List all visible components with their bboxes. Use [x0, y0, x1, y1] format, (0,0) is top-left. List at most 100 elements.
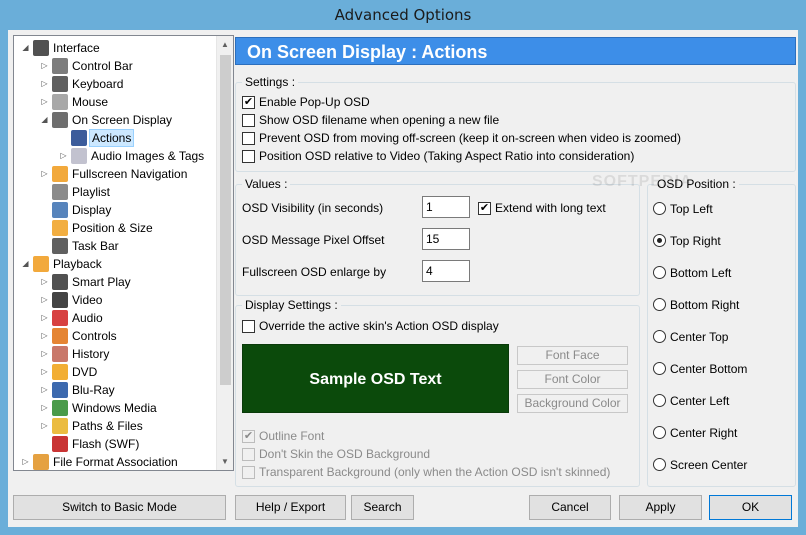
scroll-up-arrow-icon[interactable]: ▲ [217, 36, 233, 53]
checkbox-box[interactable] [242, 320, 255, 333]
radio-dot[interactable] [653, 426, 666, 439]
tree-item-audio[interactable]: ▷ Audio [14, 309, 214, 327]
tree-item-label: Interface [53, 41, 100, 55]
expand-arrow-icon[interactable]: ▷ [40, 165, 49, 183]
expand-arrow-icon[interactable]: ▷ [40, 291, 49, 309]
tree-item-flash-swf[interactable]: Flash (SWF) [14, 435, 214, 453]
radio-dot[interactable] [653, 234, 666, 247]
expand-arrow-icon[interactable]: ▷ [40, 309, 49, 327]
tree-item-label: Audio Images & Tags [91, 149, 205, 163]
radio-dot[interactable] [653, 266, 666, 279]
expand-arrow-icon[interactable]: ▷ [40, 417, 49, 435]
tree-item-controls[interactable]: ▷ Controls [14, 327, 214, 345]
background-color-button[interactable]: Background Color [517, 394, 628, 413]
settings-group-title: Settings : [242, 75, 299, 89]
expand-arrow-icon[interactable]: ▷ [40, 93, 49, 111]
checkbox-box[interactable] [242, 466, 255, 479]
expand-arrow-icon[interactable]: ▷ [40, 399, 49, 417]
tree-item-label: On Screen Display [72, 113, 173, 127]
tree-item-audio-images-tags[interactable]: ▷ Audio Images & Tags [14, 147, 214, 165]
radio-dot[interactable] [653, 362, 666, 375]
expand-arrow-icon[interactable]: ▷ [40, 75, 49, 93]
collapse-arrow-icon[interactable]: ◢ [21, 255, 30, 273]
play-icon [33, 256, 49, 272]
tree-item-label: Flash (SWF) [72, 437, 140, 451]
tree-item-video[interactable]: ▷ Video [14, 291, 214, 309]
tree-item-display[interactable]: Display [14, 201, 214, 219]
radio-label: Center Top [670, 330, 729, 344]
radio-dot[interactable] [653, 458, 666, 471]
tree-vertical-scrollbar[interactable]: ▲ ▼ [216, 36, 233, 470]
tree-item-file-format-association[interactable]: ▷ File Format Association [14, 453, 214, 470]
collapse-arrow-icon[interactable]: ◢ [40, 111, 49, 129]
checkbox-box[interactable]: ✔ [478, 202, 491, 215]
expand-arrow-icon[interactable]: ▷ [40, 273, 49, 291]
tree-item-control-bar[interactable]: ▷ Control Bar [14, 57, 214, 75]
checkbox-box[interactable]: ✔ [242, 96, 255, 109]
expand-arrow-icon[interactable]: ▷ [40, 363, 49, 381]
radio-dot[interactable] [653, 330, 666, 343]
expand-arrow-icon[interactable]: ▷ [40, 57, 49, 75]
tree-item-actions[interactable]: Actions [14, 129, 214, 147]
fullscreen-enlarge-input[interactable] [422, 260, 470, 282]
scroll-down-arrow-icon[interactable]: ▼ [217, 453, 233, 470]
apply-button[interactable]: Apply [619, 495, 702, 520]
expand-arrow-icon[interactable]: ▷ [21, 453, 30, 470]
tree-item-paths-files[interactable]: ▷ Paths & Files [14, 417, 214, 435]
search-button[interactable]: Search [351, 495, 414, 520]
tree-item-mouse[interactable]: ▷ Mouse [14, 93, 214, 111]
tree-item-smart-play[interactable]: ▷ Smart Play [14, 273, 214, 291]
tree-item-task-bar[interactable]: Task Bar [14, 237, 214, 255]
options-tree[interactable]: ▲ ▼ ◢ Interface ▷ Control Bar ▷ Keyboard ▷ Mous… [13, 35, 234, 471]
font-color-button[interactable]: Font Color [517, 370, 628, 389]
radio-label: Bottom Left [670, 266, 732, 280]
dvd-icon [52, 364, 68, 380]
tree-item-label: File Format Association [53, 455, 178, 469]
tree-item-label: Video [72, 293, 103, 307]
radio-dot[interactable] [653, 394, 666, 407]
osd-visibility-input[interactable] [422, 196, 470, 218]
radio-dot[interactable] [653, 298, 666, 311]
expand-arrow-icon[interactable]: ▷ [40, 381, 49, 399]
cancel-button[interactable]: Cancel [529, 495, 611, 520]
tree-item-on-screen-display[interactable]: ◢ On Screen Display [14, 111, 214, 129]
tree-item-label: Actions [89, 129, 135, 147]
collapse-arrow-icon[interactable]: ◢ [21, 39, 30, 57]
switch-basic-mode-button[interactable]: Switch to Basic Mode [13, 495, 226, 520]
radio-label: Center Left [670, 394, 730, 408]
tree-item-keyboard[interactable]: ▷ Keyboard [14, 75, 214, 93]
tree-item-label: Mouse [72, 95, 109, 109]
sample-osd-preview: Sample OSD Text [242, 344, 509, 413]
font-face-button[interactable]: Font Face [517, 346, 628, 365]
pixel-offset-input[interactable] [422, 228, 470, 250]
tree-item-label: Playlist [72, 185, 111, 199]
expand-arrow-icon[interactable]: ▷ [40, 345, 49, 363]
tree-item-playlist[interactable]: Playlist [14, 183, 214, 201]
checkbox-box[interactable] [242, 448, 255, 461]
audio-images-icon [71, 148, 87, 164]
tree-item-blu-ray[interactable]: ▷ Blu-Ray [14, 381, 214, 399]
osd-icon [52, 112, 68, 128]
help-export-button[interactable]: Help / Export [235, 495, 346, 520]
tree-item-history[interactable]: ▷ History [14, 345, 214, 363]
expand-arrow-icon[interactable]: ▷ [59, 147, 68, 165]
tree-item-position-size[interactable]: Position & Size [14, 219, 214, 237]
tree-item-label: Playback [53, 257, 102, 271]
checkbox-box[interactable]: ✔ [242, 430, 255, 443]
tree-item-dvd[interactable]: ▷ DVD [14, 363, 214, 381]
scrollbar-thumb[interactable] [220, 55, 231, 385]
ok-button[interactable]: OK [709, 495, 792, 520]
tree-item-label: History [72, 347, 110, 361]
tree-item-interface[interactable]: ◢ Interface [14, 39, 214, 57]
expand-arrow-icon[interactable]: ▷ [40, 327, 49, 345]
checkbox-box[interactable] [242, 114, 255, 127]
tree-item-label: Position & Size [72, 221, 153, 235]
control-bar-icon [52, 58, 68, 74]
tree-item-playback[interactable]: ◢ Playback [14, 255, 214, 273]
radio-dot[interactable] [653, 202, 666, 215]
radio-label: Bottom Right [670, 298, 740, 312]
tree-item-windows-media[interactable]: ▷ Windows Media [14, 399, 214, 417]
tree-item-fullscreen-navigation[interactable]: ▷ Fullscreen Navigation [14, 165, 214, 183]
checkbox-box[interactable] [242, 150, 255, 163]
checkbox-box[interactable] [242, 132, 255, 145]
